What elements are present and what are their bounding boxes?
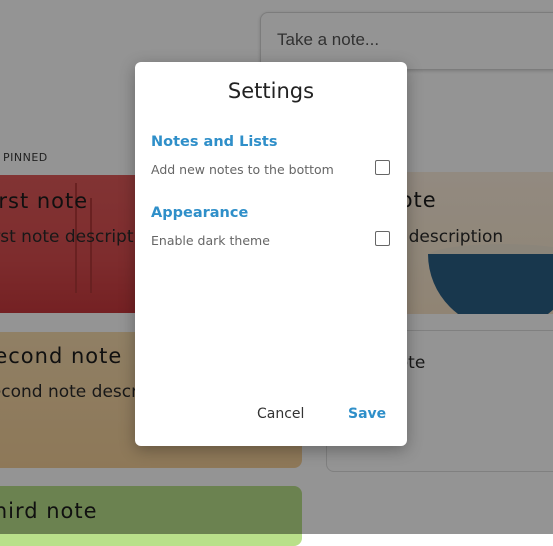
new-notes-bottom-checkbox[interactable] [375,160,390,175]
dark-theme-checkbox[interactable] [375,231,390,246]
dialog-title: Settings [227,79,315,103]
settings-dialog: Settings Notes and Lists Add new notes t… [135,62,407,446]
option-label-new-notes-bottom: Add new notes to the bottom [151,162,334,177]
cancel-button[interactable]: Cancel [257,406,304,422]
option-label-dark-theme: Enable dark theme [151,233,270,248]
section-heading-appearance: Appearance [151,205,249,221]
save-button[interactable]: Save [348,406,386,422]
section-heading-notes-and-lists: Notes and Lists [151,134,278,150]
